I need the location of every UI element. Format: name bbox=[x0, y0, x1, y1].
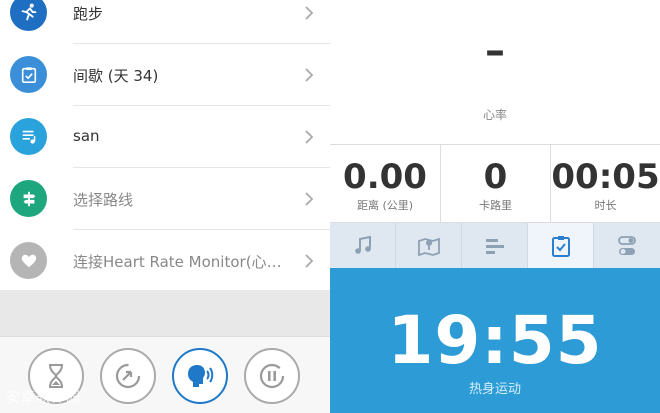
chevron-right-icon bbox=[305, 192, 314, 206]
heart-rate-label: 心率 bbox=[482, 108, 507, 122]
menu-item-music[interactable]: san bbox=[0, 106, 330, 168]
music-icon bbox=[354, 235, 371, 254]
stat-value: 00:05 bbox=[551, 157, 660, 197]
stat-calories: 0 卡路里 bbox=[441, 145, 550, 223]
workout-tabs bbox=[330, 223, 660, 268]
stat-duration: 00:05 时长 bbox=[551, 145, 660, 223]
stat-label: 距离 (公里) bbox=[356, 199, 414, 212]
tab-music[interactable] bbox=[330, 223, 396, 268]
menu-item-label: 连接Heart Rate Monitor(心率监测器) bbox=[73, 253, 291, 271]
workout-stats-panel: – 心率 0.00 距离 (公里) 0 卡路里 00:05 时长 19:55 热… bbox=[330, 0, 660, 413]
checklist-icon bbox=[10, 56, 47, 93]
watermark: 安卓软件园 bbox=[6, 390, 81, 406]
menu-item-route[interactable]: 选择路线 bbox=[0, 168, 330, 230]
rewind-button[interactable] bbox=[100, 348, 156, 404]
timer-value: 19:55 bbox=[387, 302, 603, 379]
stat-label: 卡路里 bbox=[479, 199, 512, 212]
workout-setup-panel: 跑步 间歇 (天 34) san 选择路线 连接Heart Rate Monit… bbox=[0, 0, 330, 413]
tab-stats[interactable] bbox=[462, 223, 528, 268]
voice-coach-button[interactable] bbox=[172, 348, 228, 404]
map-icon bbox=[417, 237, 440, 256]
checklist-icon bbox=[551, 235, 570, 257]
tab-map[interactable] bbox=[396, 223, 462, 268]
runner-icon bbox=[10, 0, 47, 31]
timer-phase-label: 热身运动 bbox=[468, 382, 521, 397]
stat-value: 0.00 bbox=[343, 157, 427, 197]
heart-rate-value: – bbox=[485, 28, 505, 74]
app-root: 跑步 间歇 (天 34) san 选择路线 连接Heart Rate Monit… bbox=[0, 0, 660, 413]
pause-icon bbox=[259, 363, 285, 389]
tab-settings[interactable] bbox=[594, 223, 660, 268]
control-bar: 安卓软件园 bbox=[0, 336, 330, 413]
chevron-right-icon bbox=[305, 130, 314, 144]
menu-item-label: san bbox=[73, 127, 100, 145]
settings-toggle-icon bbox=[618, 235, 636, 255]
menu-item-label: 跑步 bbox=[73, 5, 104, 23]
music-note-icon bbox=[10, 118, 47, 155]
menu-item-plan[interactable]: 间歇 (天 34) bbox=[0, 44, 330, 106]
hourglass-icon bbox=[49, 364, 63, 388]
signpost-icon bbox=[10, 180, 47, 217]
heart-icon bbox=[10, 242, 47, 279]
menu-item-label: 选择路线 bbox=[73, 191, 134, 209]
stats-row: 0.00 距离 (公里) 0 卡路里 00:05 时长 bbox=[330, 145, 660, 223]
stat-distance: 0.00 距离 (公里) bbox=[330, 145, 440, 223]
heart-rate-area: – 心率 bbox=[330, 0, 660, 145]
stat-value: 0 bbox=[483, 157, 508, 197]
stat-label: 时长 bbox=[594, 199, 617, 212]
chevron-right-icon bbox=[305, 68, 314, 82]
menu-item-label: 间歇 (天 34) bbox=[73, 67, 159, 85]
spacer-band bbox=[0, 290, 330, 336]
interval-timer: 19:55 热身运动 bbox=[330, 268, 660, 413]
menu-item-heart-rate-monitor[interactable]: 连接Heart Rate Monitor(心率监测器) bbox=[0, 230, 330, 292]
tab-plan[interactable] bbox=[528, 223, 594, 268]
pause-button[interactable] bbox=[244, 348, 300, 404]
rewind-icon bbox=[115, 363, 141, 389]
menu-item-activity[interactable]: 跑步 bbox=[0, 0, 330, 44]
chevron-right-icon bbox=[305, 254, 314, 268]
chevron-right-icon bbox=[305, 6, 314, 20]
voice-coach-icon bbox=[188, 365, 214, 387]
stats-icon bbox=[485, 238, 504, 254]
